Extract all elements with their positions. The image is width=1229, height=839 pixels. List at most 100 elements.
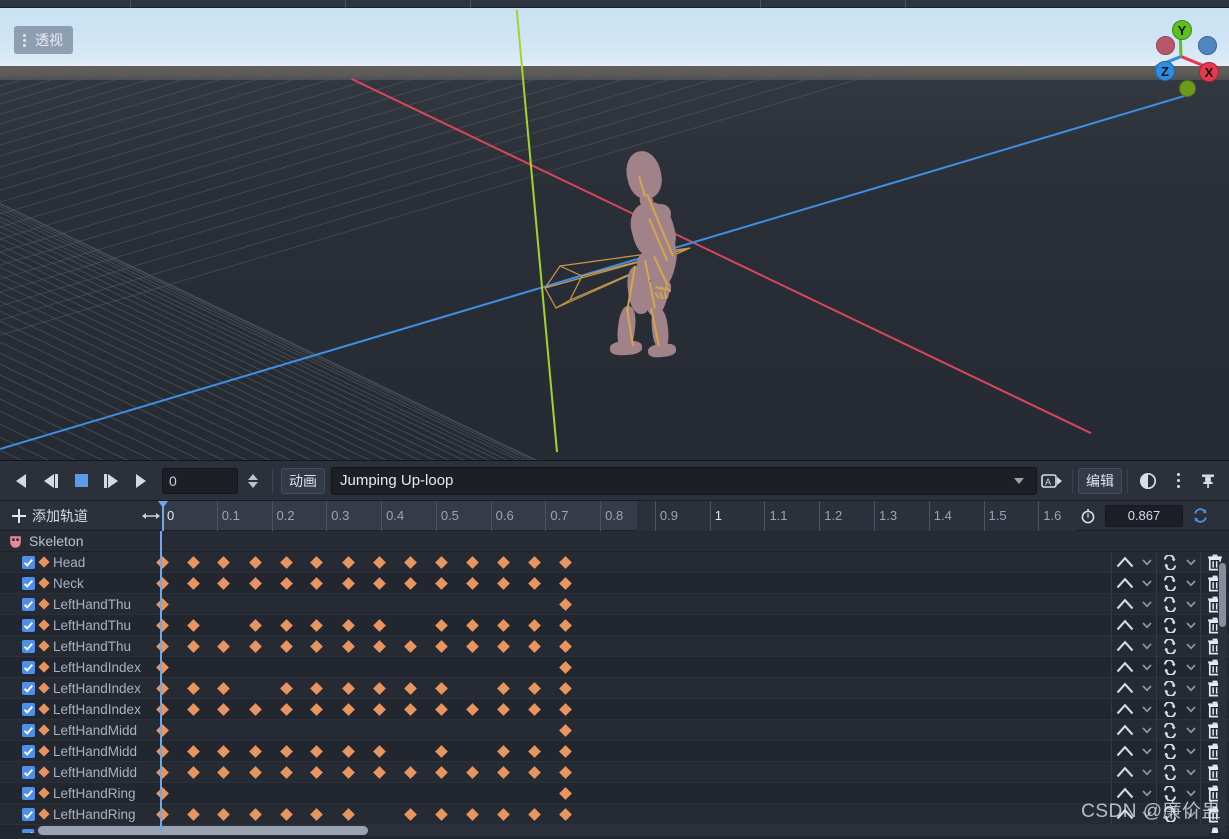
ruler-tick[interactable]: 0.4	[381, 501, 436, 531]
keyframe[interactable]	[559, 744, 573, 758]
keyframe[interactable]	[217, 744, 231, 758]
keyframe[interactable]	[559, 639, 573, 653]
ruler-tick[interactable]: 0.3	[326, 501, 381, 531]
track-loop-wrap-button[interactable]	[1155, 761, 1183, 783]
track-enabled-checkbox[interactable]	[22, 744, 35, 758]
track-loop-wrap-dropdown[interactable]	[1183, 762, 1201, 783]
keyframe[interactable]	[466, 618, 479, 632]
scrollbar-thumb[interactable]	[1219, 563, 1226, 627]
keyframe[interactable]	[373, 765, 386, 779]
keyframe[interactable]	[466, 807, 479, 821]
keyframe[interactable]	[434, 639, 448, 653]
track-loop-wrap-dropdown[interactable]	[1183, 804, 1201, 825]
track-row[interactable]: LeftHandRing	[0, 803, 1229, 825]
track-loop-wrap-dropdown[interactable]	[1183, 594, 1201, 615]
track-enabled-checkbox[interactable]	[22, 702, 35, 716]
keyframe[interactable]	[186, 807, 200, 821]
axis-orientation-gizmo[interactable]: Y X Z	[1149, 14, 1221, 98]
gizmo-ball-x-negative[interactable]	[1156, 36, 1175, 55]
track-enabled-checkbox[interactable]	[22, 597, 35, 611]
keyframe[interactable]	[248, 639, 262, 653]
track-interpolation-dropdown[interactable]	[1138, 594, 1156, 615]
keyframe[interactable]	[528, 744, 541, 758]
track-enabled-checkbox[interactable]	[22, 765, 35, 779]
keyframe[interactable]	[496, 555, 510, 569]
track-loop-wrap-button[interactable]	[1155, 593, 1183, 615]
keyframe[interactable]	[528, 555, 541, 569]
ruler-tick[interactable]: 1	[709, 501, 765, 531]
track-row[interactable]: LeftHandMidd	[0, 719, 1229, 741]
ruler-tick[interactable]: 1.6	[1038, 501, 1093, 531]
track-loop-wrap-dropdown[interactable]	[1183, 573, 1201, 594]
track-enabled-checkbox[interactable]	[22, 555, 35, 569]
keyframe[interactable]	[341, 618, 355, 632]
track-interpolation-dropdown[interactable]	[1138, 720, 1156, 741]
keyframe[interactable]	[248, 744, 262, 758]
keyframe[interactable]	[434, 807, 448, 821]
keyframe[interactable]	[559, 765, 573, 779]
keyframe[interactable]	[248, 555, 262, 569]
keyframe[interactable]	[373, 639, 386, 653]
keyframe[interactable]	[310, 576, 324, 590]
track-interpolation-dropdown[interactable]	[1138, 699, 1156, 720]
keyframe[interactable]	[559, 555, 573, 569]
track-interpolation-button[interactable]	[1111, 572, 1138, 594]
ruler-tick[interactable]: 0.2	[271, 501, 327, 531]
keyframe[interactable]	[466, 555, 479, 569]
keyframe[interactable]	[310, 744, 324, 758]
3d-viewport[interactable]: 透视 Y X Z	[0, 8, 1229, 460]
ruler-tick[interactable]: 0.5	[435, 501, 491, 531]
track-enabled-checkbox[interactable]	[22, 576, 35, 590]
track-row[interactable]: LeftHandIndex	[0, 656, 1229, 678]
keyframe[interactable]	[341, 681, 355, 695]
keyframe[interactable]	[279, 618, 293, 632]
keyframe[interactable]	[434, 702, 448, 716]
keyframe[interactable]	[403, 765, 417, 779]
view-mode-label[interactable]: 透视	[14, 26, 73, 54]
track-row[interactable]: LeftHandRing	[0, 782, 1229, 804]
animation-length-input[interactable]: 0.867	[1105, 504, 1183, 527]
track-keyframe-area[interactable]	[155, 804, 1111, 825]
track-group-skeleton[interactable]: Skeleton	[0, 531, 1229, 552]
keyframe[interactable]	[248, 702, 262, 716]
track-loop-wrap-button[interactable]	[1155, 782, 1183, 804]
ruler-tick[interactable]: 0.6	[490, 501, 546, 531]
keyframe[interactable]	[186, 765, 200, 779]
track-enabled-checkbox[interactable]	[22, 618, 35, 632]
play-button[interactable]	[126, 467, 156, 495]
keyframe[interactable]	[496, 639, 510, 653]
keyframe[interactable]	[217, 639, 231, 653]
keyframe[interactable]	[186, 576, 200, 590]
keyframe[interactable]	[217, 576, 231, 590]
keyframe[interactable]	[341, 765, 355, 779]
add-track-button[interactable]: 添加轨道	[0, 501, 140, 530]
next-frame-button[interactable]	[96, 467, 126, 495]
track-row[interactable]: LeftHandIndex	[0, 677, 1229, 699]
keyframe[interactable]	[434, 681, 448, 695]
onion-skinning-button[interactable]	[1133, 467, 1163, 495]
keyframe[interactable]	[528, 681, 541, 695]
frame-spinner[interactable]	[242, 473, 264, 488]
ruler-tick[interactable]: 0.8	[600, 501, 655, 531]
track-loop-wrap-button[interactable]	[1155, 635, 1183, 657]
ruler-tick[interactable]: 1.1	[764, 501, 819, 531]
playhead-handle[interactable]	[158, 501, 168, 531]
keyframe[interactable]	[186, 555, 200, 569]
track-row[interactable]: LeftHandIndex	[0, 698, 1229, 720]
track-enabled-checkbox[interactable]	[22, 807, 35, 821]
track-list[interactable]: Skeleton Head Neck LeftHandThu LeftHandThu L…	[0, 531, 1229, 833]
ruler-tick[interactable]: 1.5	[983, 501, 1039, 531]
track-loop-wrap-dropdown[interactable]	[1183, 552, 1201, 573]
track-loop-wrap-button[interactable]	[1155, 677, 1183, 699]
keyframe[interactable]	[528, 618, 541, 632]
track-keyframe-area[interactable]	[155, 636, 1111, 657]
track-interpolation-button[interactable]	[1111, 635, 1138, 657]
ruler-tick[interactable]: 1.4	[928, 501, 984, 531]
track-loop-wrap-button[interactable]	[1155, 719, 1183, 741]
track-enabled-checkbox[interactable]	[22, 786, 35, 800]
ruler-tick[interactable]: 0.9	[654, 501, 710, 531]
track-loop-wrap-dropdown[interactable]	[1183, 720, 1201, 741]
track-interpolation-button[interactable]	[1111, 593, 1138, 615]
track-interpolation-dropdown[interactable]	[1138, 783, 1156, 804]
keyframe[interactable]	[248, 765, 262, 779]
